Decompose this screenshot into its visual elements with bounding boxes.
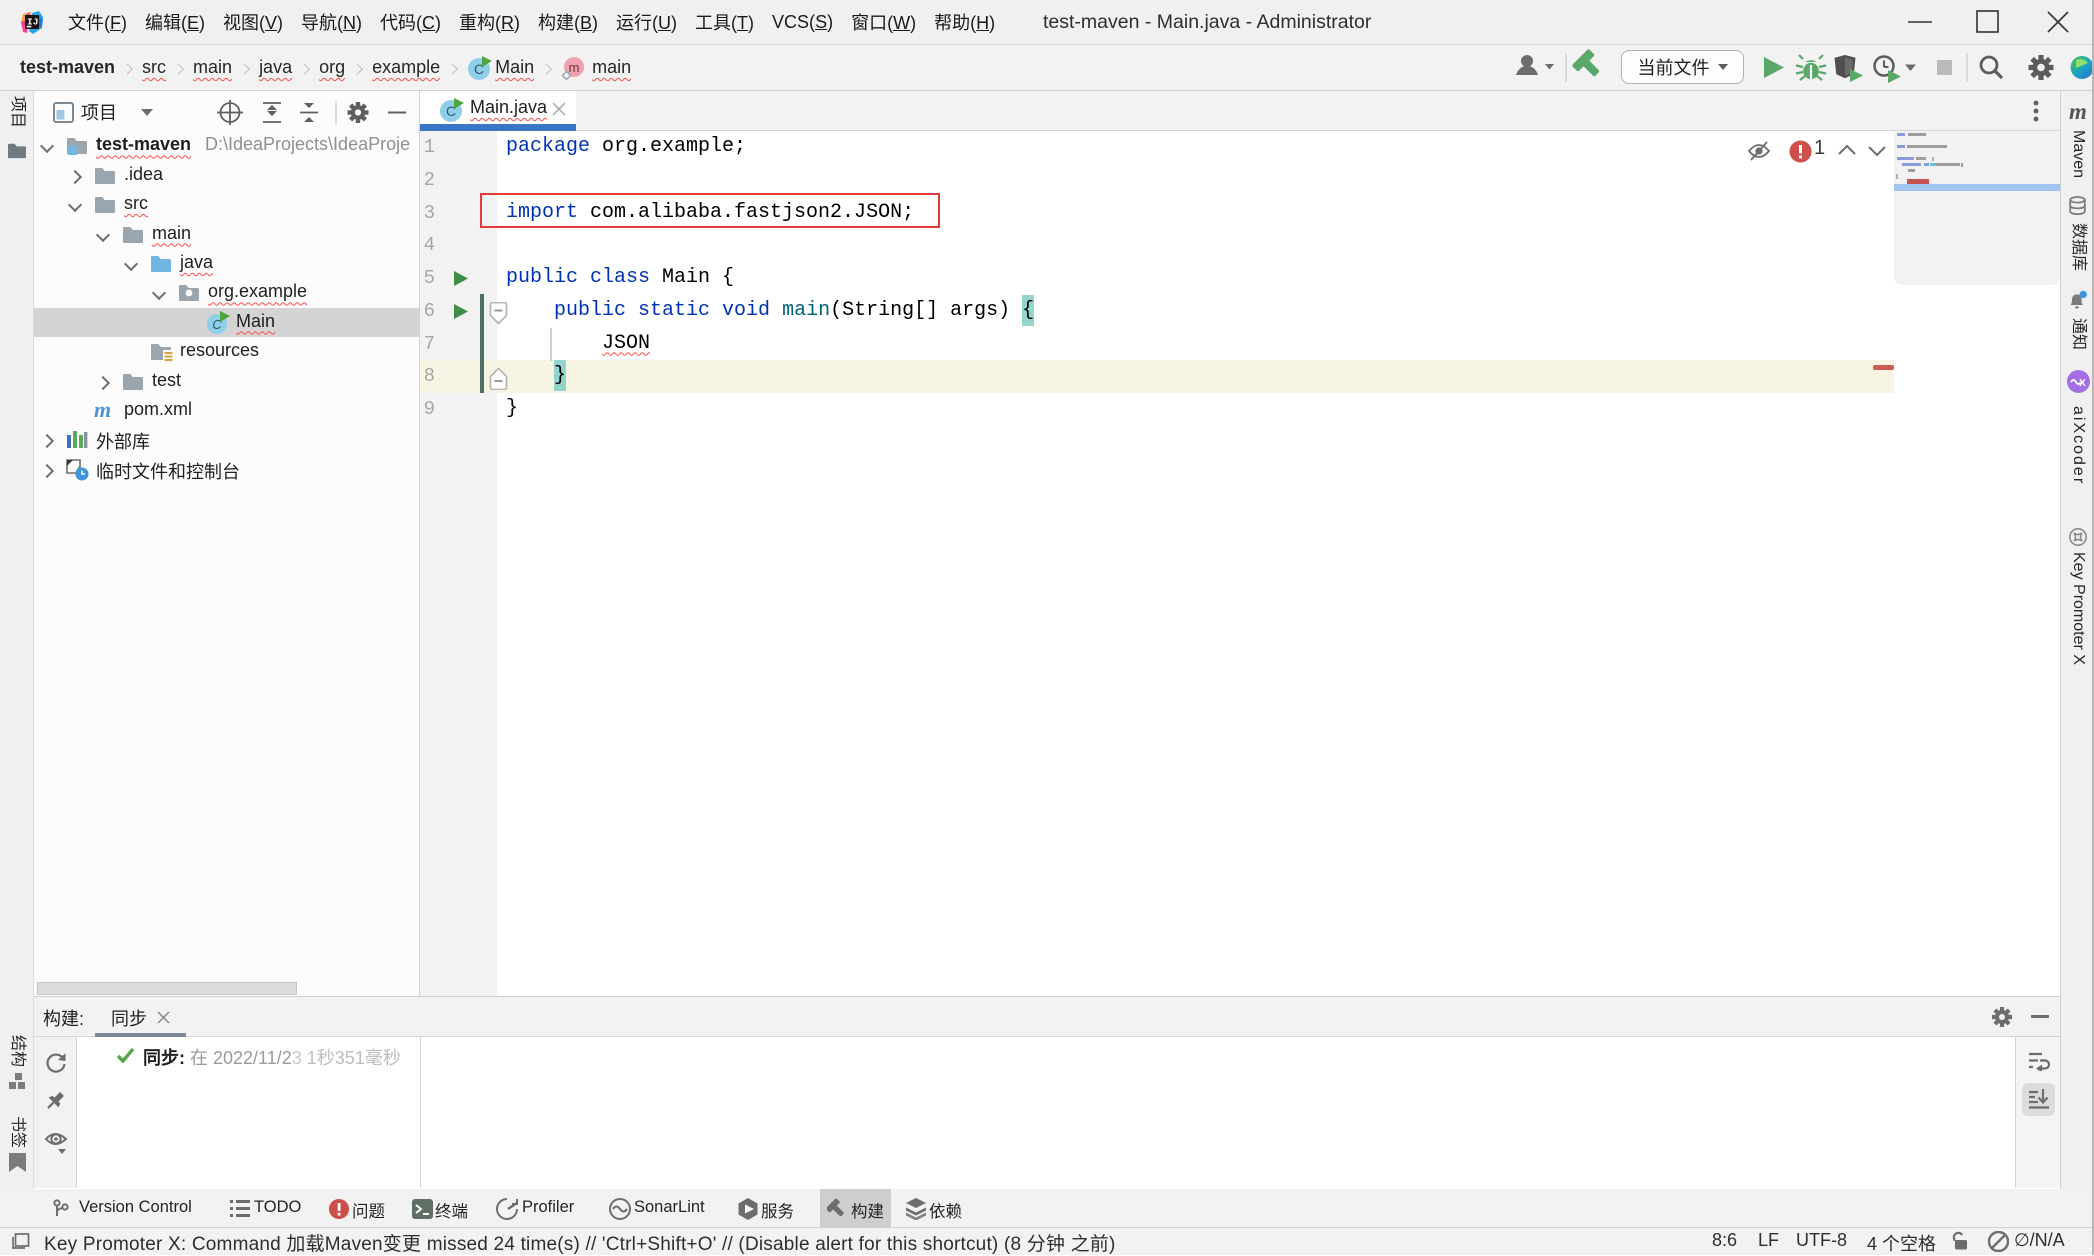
svg-text:项目: 项目 [81,103,117,123]
svg-text:X: X [2079,378,2086,389]
svg-text:m: m [569,60,580,75]
